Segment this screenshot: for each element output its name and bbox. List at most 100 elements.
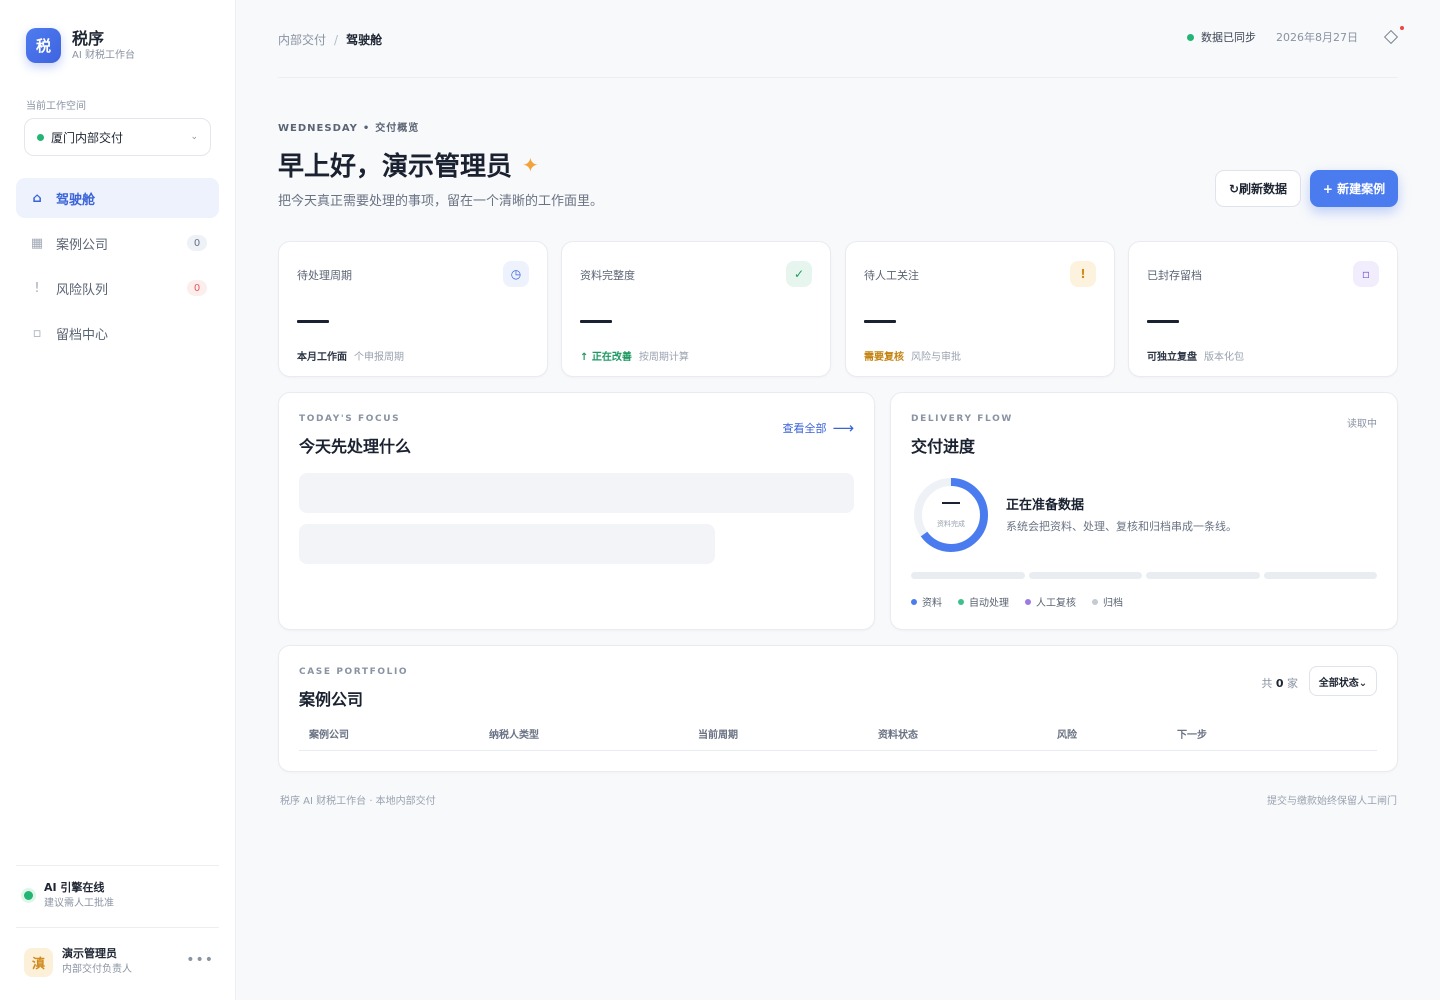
page-subtitle: 把今天真正需要处理的事项，留在一个清晰的工作面里。: [278, 194, 604, 209]
user-role: 内部交付负责人: [62, 964, 132, 975]
archive-icon: ▫: [32, 325, 42, 341]
stage-bar: [1146, 572, 1260, 579]
stat-card-completeness[interactable]: 资料完整度 ✓ ↑ 正在改善 按周期计算: [561, 241, 831, 377]
stat-foot-strong: 本月工作面: [297, 352, 347, 363]
more-icon[interactable]: •••: [186, 952, 214, 968]
column-header[interactable]: 纳税人类型: [489, 726, 539, 741]
page-title: 早上好，演示管理员 ✦: [278, 146, 539, 183]
portfolio-panel: CASE PORTFOLIO 案例公司 共 0 家 全部状态⌄ 案例公司 纳税人…: [278, 645, 1398, 772]
footer-left: 税序 AI 财税工作台 · 本地内部交付: [280, 796, 436, 807]
see-all-label: 查看全部: [782, 422, 827, 435]
column-header[interactable]: 资料状态: [878, 726, 918, 741]
page-eyebrow: WEDNESDAY • 交付概览: [278, 119, 419, 134]
building-icon: ▦: [30, 235, 44, 251]
user-profile[interactable]: 滇 演示管理员 内部交付负责人 •••: [24, 946, 214, 978]
clock-icon: ◷: [503, 261, 529, 287]
panel-eyebrow: CASE PORTFOLIO: [299, 667, 409, 677]
stat-card-attention[interactable]: 待人工关注 ! 需要复核 风险与审批: [845, 241, 1115, 377]
count-badge: 0: [187, 235, 207, 251]
breadcrumb-item[interactable]: 内部交付: [278, 33, 326, 47]
panel-title: 交付进度: [911, 437, 976, 456]
sidebar-divider: [16, 927, 219, 928]
see-all-link[interactable]: 查看全部 ⟶: [782, 419, 854, 437]
sidebar-item-label: 驾驶舱: [56, 192, 96, 208]
home-icon: ⌂: [32, 190, 42, 206]
count-value: 0: [1275, 677, 1284, 690]
loading-skeleton: [299, 524, 715, 564]
ai-engine-status: AI 引擎在线 建议需人工批准: [24, 880, 114, 912]
refresh-data-button[interactable]: ↻刷新数据: [1215, 170, 1301, 207]
panel-eyebrow: TODAY'S FOCUS: [299, 414, 401, 424]
legend-item: 资料: [911, 594, 942, 609]
bullet: •: [362, 123, 371, 134]
sidebar-item-cockpit[interactable]: ⌂ 驾驶舱: [16, 178, 219, 218]
workspace-selected: 厦门内部交付: [51, 130, 124, 145]
column-header[interactable]: 案例公司: [309, 726, 349, 741]
ai-status-title: AI 引擎在线: [44, 881, 105, 894]
column-header[interactable]: 风险: [1057, 726, 1077, 741]
sidebar-divider: [16, 865, 219, 866]
stat-foot-note: 个申报周期: [354, 352, 404, 363]
workspace-label: 当前工作空间: [26, 101, 86, 112]
stage-bar: [911, 572, 1025, 579]
breadcrumb-separator: /: [334, 33, 339, 47]
new-case-button[interactable]: + 新建案例: [1310, 170, 1398, 207]
legend-label: 自动处理: [969, 598, 1009, 609]
stat-label: 待处理周期: [297, 269, 352, 282]
sync-dot: [1187, 33, 1194, 41]
archive-icon: ▫: [1353, 261, 1379, 287]
sidebar-item-risk-queue[interactable]: ! 风险队列 0: [16, 268, 219, 308]
sidebar-item-label: 留档中心: [56, 327, 109, 343]
sidebar-item-label: 案例公司: [56, 237, 109, 253]
online-dot: [24, 891, 33, 900]
column-header[interactable]: 下一步: [1177, 726, 1207, 741]
sparkle-icon: ✦: [522, 152, 539, 177]
stat-footer: 需要复核 风险与审批: [864, 348, 961, 363]
legend-item: 归档: [1092, 594, 1123, 609]
panel-title: 今天先处理什么: [299, 437, 412, 456]
notification-dot: [1400, 26, 1404, 30]
stat-foot-strong: ↑ 正在改善: [580, 352, 632, 363]
brand[interactable]: 税 税序 AI 财税工作台: [26, 28, 135, 63]
stage-bar: [1263, 572, 1377, 579]
stat-foot-note: 版本化包: [1204, 352, 1244, 363]
status-filter-select[interactable]: 全部状态⌄: [1309, 666, 1377, 696]
sidebar: 税 税序 AI 财税工作台 当前工作空间 厦门内部交付 ⌄ ⌂ 驾驶舱 ▦ 案例…: [0, 0, 236, 1000]
diamond-icon[interactable]: [1383, 26, 1404, 45]
donut-chart: [914, 478, 988, 552]
stat-value-placeholder: [864, 320, 896, 323]
loading-skeleton: [299, 473, 854, 513]
workspace-select[interactable]: 厦门内部交付 ⌄: [24, 118, 211, 156]
stat-card-pending-periods[interactable]: 待处理周期 ◷ 本月工作面 个申报周期: [278, 241, 548, 377]
workspace-status-dot: [37, 133, 44, 141]
sidebar-nav: ⌂ 驾驶舱 ▦ 案例公司 0 ! 风险队列 0 ▫ 留档中心: [16, 178, 219, 358]
column-header[interactable]: 当前周期: [698, 726, 738, 741]
table-header: 案例公司 纳税人类型 当前周期 资料状态 风险 下一步: [299, 726, 1377, 751]
sidebar-item-archive[interactable]: ▫ 留档中心: [16, 313, 219, 353]
brand-subtitle: AI 财税工作台: [72, 49, 135, 61]
section-label: 交付概览: [375, 123, 420, 134]
ai-status-subtitle: 建议需人工批准: [44, 898, 114, 909]
arrow-right-icon: ⟶: [832, 419, 854, 437]
sidebar-item-label: 风险队列: [56, 282, 109, 298]
stage-progress-bars: [911, 572, 1377, 579]
avatar: 滇: [24, 947, 53, 977]
sync-status: 数据已同步: [1187, 29, 1256, 45]
stat-foot-note: 按周期计算: [638, 352, 689, 363]
legend-label: 归档: [1103, 598, 1123, 609]
stat-value-placeholder: [1147, 320, 1179, 323]
alert-icon: !: [34, 280, 40, 296]
stat-foot-strong: 可独立复盘: [1147, 352, 1197, 363]
topbar: 内部交付 / 驾驶舱 数据已同步 2026年8月27日: [278, 0, 1404, 78]
user-name: 演示管理员: [62, 947, 117, 960]
legend-label: 资料: [922, 598, 942, 609]
legend-label: 人工复核: [1036, 598, 1076, 609]
stat-label: 待人工关注: [864, 269, 919, 282]
warning-icon: !: [1070, 261, 1096, 287]
stat-value-placeholder: [580, 320, 612, 323]
stat-label: 资料完整度: [580, 269, 635, 282]
sidebar-item-companies[interactable]: ▦ 案例公司 0: [16, 223, 219, 263]
stat-card-archived[interactable]: 已封存留档 ▫ 可独立复盘 版本化包: [1128, 241, 1398, 377]
legend-dot: [958, 598, 964, 605]
stage-bar: [1028, 572, 1142, 579]
